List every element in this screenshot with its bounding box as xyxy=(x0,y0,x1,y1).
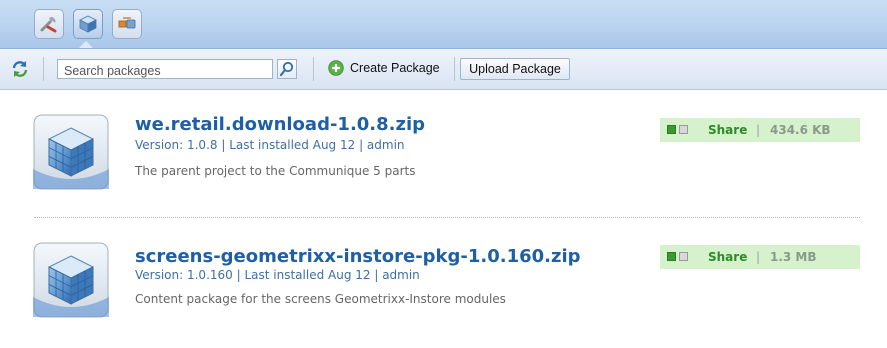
tools-icon xyxy=(40,17,57,33)
package-description: Content package for the screens Geometri… xyxy=(135,292,506,306)
add-circle-icon xyxy=(328,60,344,76)
status-on-indicator xyxy=(667,125,676,134)
share-link[interactable]: Share xyxy=(708,118,747,142)
refresh-button[interactable] xyxy=(10,59,30,79)
package-meta: Version: 1.0.8 | Last installed Aug 12 |… xyxy=(135,138,405,152)
package-row[interactable]: we.retail.download-1.0.8.zip Version: 1.… xyxy=(0,110,887,220)
package-name[interactable]: we.retail.download-1.0.8.zip xyxy=(135,114,425,135)
toolbar-separator xyxy=(43,57,44,81)
share-link[interactable]: Share xyxy=(708,245,747,269)
replication-button[interactable] xyxy=(112,9,142,39)
upload-package-button[interactable]: Upload Package xyxy=(460,58,570,80)
active-tab-pointer xyxy=(79,41,93,48)
share-status-box: Share | 434.6 KB xyxy=(660,118,860,142)
toolbar-separator xyxy=(454,57,455,81)
share-status-box: Share | 1.3 MB xyxy=(660,245,860,269)
status-off-indicator xyxy=(679,252,688,261)
action-toolbar: Create Package Upload Package xyxy=(0,49,887,90)
package-thumbnail-icon xyxy=(33,242,109,318)
package-thumbnail-icon xyxy=(33,114,109,190)
refresh-icon xyxy=(12,61,28,77)
search-button[interactable] xyxy=(277,59,297,79)
package-name[interactable]: screens-geometrixx-instore-pkg-1.0.160.z… xyxy=(135,246,581,267)
row-divider xyxy=(34,217,860,218)
status-on-indicator xyxy=(667,252,676,261)
package-size: 1.3 MB xyxy=(770,250,817,264)
package-icon xyxy=(79,15,97,33)
package-row[interactable]: screens-geometrixx-instore-pkg-1.0.160.z… xyxy=(0,238,887,348)
tools-button[interactable] xyxy=(34,9,64,39)
toolbar-separator xyxy=(313,57,314,81)
create-package-label: Create Package xyxy=(350,61,440,75)
share-separator: | xyxy=(756,250,761,264)
search-input[interactable] xyxy=(58,62,270,80)
search-field[interactable] xyxy=(57,59,273,80)
package-meta: Version: 1.0.160 | Last installed Aug 12… xyxy=(135,268,420,282)
package-description: The parent project to the Communique 5 p… xyxy=(135,164,416,178)
replicate-icon xyxy=(118,17,136,29)
package-size: 434.6 KB xyxy=(770,123,831,137)
magnifier-icon xyxy=(279,61,294,77)
top-toolbar xyxy=(0,0,887,49)
share-separator: | xyxy=(756,123,761,137)
status-off-indicator xyxy=(679,125,688,134)
package-manager-button[interactable] xyxy=(73,9,103,39)
